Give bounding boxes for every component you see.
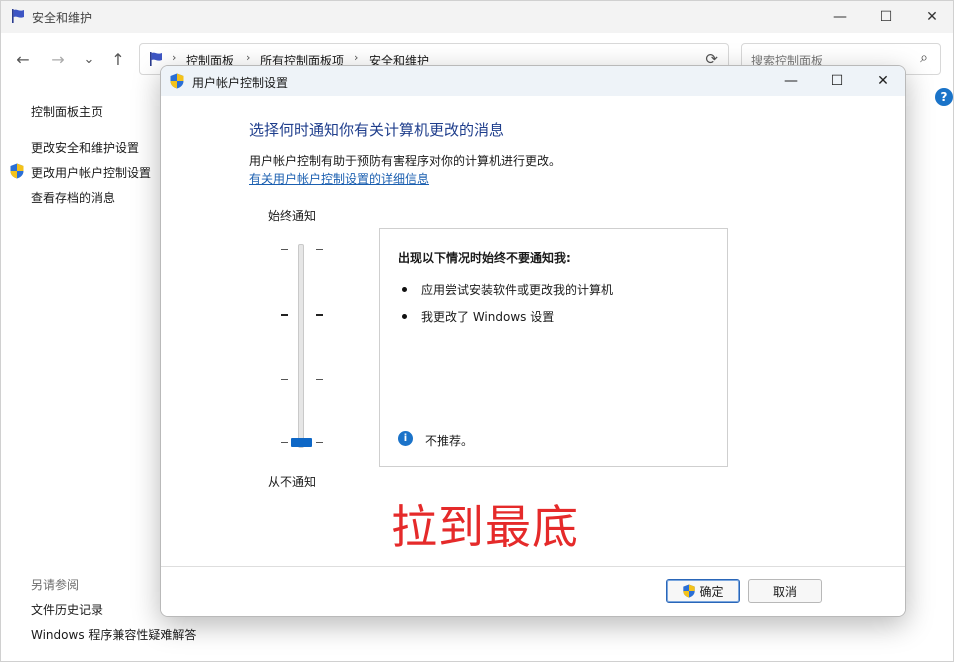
- dialog-title: 用户帐户控制设置: [192, 76, 289, 90]
- bullet-icon: [402, 287, 407, 292]
- dialog-minimize-button[interactable]: —: [768, 66, 814, 96]
- close-icon: ✕: [926, 9, 938, 25]
- slider-tick: [281, 314, 288, 316]
- maximize-icon: ☐: [830, 73, 844, 89]
- uac-level-slider-track[interactable]: [298, 244, 304, 448]
- cancel-button[interactable]: 取消: [748, 579, 822, 603]
- list-item-text: 应用尝试安装软件或更改我的计算机: [421, 283, 614, 297]
- level-description-title: 出现以下情况时始终不要通知我:: [398, 251, 571, 265]
- annotation-text: 拉到最底: [391, 500, 579, 554]
- shield-icon: [683, 584, 696, 598]
- ok-button[interactable]: 确定: [666, 579, 740, 603]
- list-item: 应用尝试安装软件或更改我的计算机: [402, 281, 613, 298]
- list-item: 我更改了 Windows 设置: [402, 308, 554, 325]
- forward-button[interactable]: →: [44, 45, 72, 73]
- see-also-compatibility-troubleshooter[interactable]: Windows 程序兼容性疑难解答: [31, 626, 196, 643]
- minimize-icon: —: [833, 9, 847, 25]
- sidebar-item-view-archived-messages[interactable]: 查看存档的消息: [31, 189, 115, 206]
- slider-tick: [281, 442, 288, 443]
- up-arrow-icon: ↑: [111, 49, 125, 69]
- level-description-box: 出现以下情况时始终不要通知我: 应用尝试安装软件或更改我的计算机 我更改了 Wi…: [379, 228, 728, 467]
- sidebar-item-change-security-settings[interactable]: 更改安全和维护设置: [31, 139, 139, 156]
- breadcrumb-separator: ›: [246, 51, 251, 64]
- slider-tick: [316, 249, 323, 250]
- breadcrumb-separator: ›: [354, 51, 359, 64]
- bullet-icon: [402, 314, 407, 319]
- minimize-button[interactable]: —: [817, 1, 863, 33]
- uac-details-link[interactable]: 有关用户帐户控制设置的详细信息: [249, 170, 429, 187]
- window-title: 安全和维护: [32, 11, 93, 25]
- up-button[interactable]: ↑: [104, 45, 132, 73]
- uac-settings-dialog: 用户帐户控制设置 — ☐ ✕ 选择何时通知你有关计算机更改的消息 用户帐户控制有…: [160, 65, 906, 617]
- dialog-heading: 选择何时通知你有关计算机更改的消息: [249, 121, 505, 139]
- ok-button-label: 确定: [699, 584, 724, 599]
- help-icon[interactable]: ?: [935, 88, 953, 106]
- recent-locations-button[interactable]: ⌄: [75, 45, 103, 73]
- forward-arrow-icon: →: [51, 49, 65, 69]
- dialog-maximize-button[interactable]: ☐: [814, 66, 860, 96]
- minimize-icon: —: [784, 73, 798, 89]
- dialog-close-button[interactable]: ✕: [860, 66, 905, 96]
- shield-icon: [10, 163, 24, 179]
- see-also-file-history[interactable]: 文件历史记录: [31, 601, 103, 618]
- search-icon: ⌕: [920, 50, 928, 66]
- see-also-heading: 另请参阅: [31, 578, 80, 592]
- slider-top-label: 始终通知: [268, 209, 317, 223]
- breadcrumb-separator: ›: [172, 51, 177, 64]
- flag-icon: [12, 9, 24, 23]
- dialog-titlebar: 用户帐户控制设置 — ☐ ✕: [161, 66, 905, 96]
- dialog-description: 用户帐户控制有助于预防有害程序对你的计算机进行更改。: [249, 154, 562, 168]
- cancel-button-label: 取消: [772, 584, 797, 599]
- flag-icon: [150, 52, 162, 66]
- chevron-down-icon: ⌄: [83, 51, 95, 67]
- shield-icon: [170, 73, 184, 89]
- slider-tick: [316, 442, 323, 443]
- slider-tick: [281, 379, 288, 380]
- maximize-button[interactable]: ☐: [863, 1, 909, 33]
- back-button[interactable]: ←: [9, 45, 37, 73]
- slider-bottom-label: 从不通知: [268, 475, 317, 489]
- info-icon: i: [398, 431, 413, 446]
- dialog-footer: 确定 取消: [161, 566, 905, 616]
- uac-level-slider-thumb[interactable]: [291, 438, 312, 447]
- window-titlebar: 安全和维护 — ☐ ✕: [1, 1, 953, 33]
- slider-tick: [316, 314, 323, 316]
- list-item-text: 我更改了 Windows 设置: [421, 310, 555, 324]
- slider-tick: [316, 379, 323, 380]
- slider-tick: [281, 249, 288, 250]
- sidebar-home-link[interactable]: 控制面板主页: [31, 103, 103, 120]
- close-button[interactable]: ✕: [909, 1, 954, 33]
- back-arrow-icon: ←: [16, 49, 30, 69]
- not-recommended-note: 不推荐。: [425, 434, 474, 448]
- maximize-icon: ☐: [879, 9, 893, 25]
- close-icon: ✕: [877, 73, 889, 89]
- sidebar-item-change-uac-settings[interactable]: 更改用户帐户控制设置: [31, 164, 151, 181]
